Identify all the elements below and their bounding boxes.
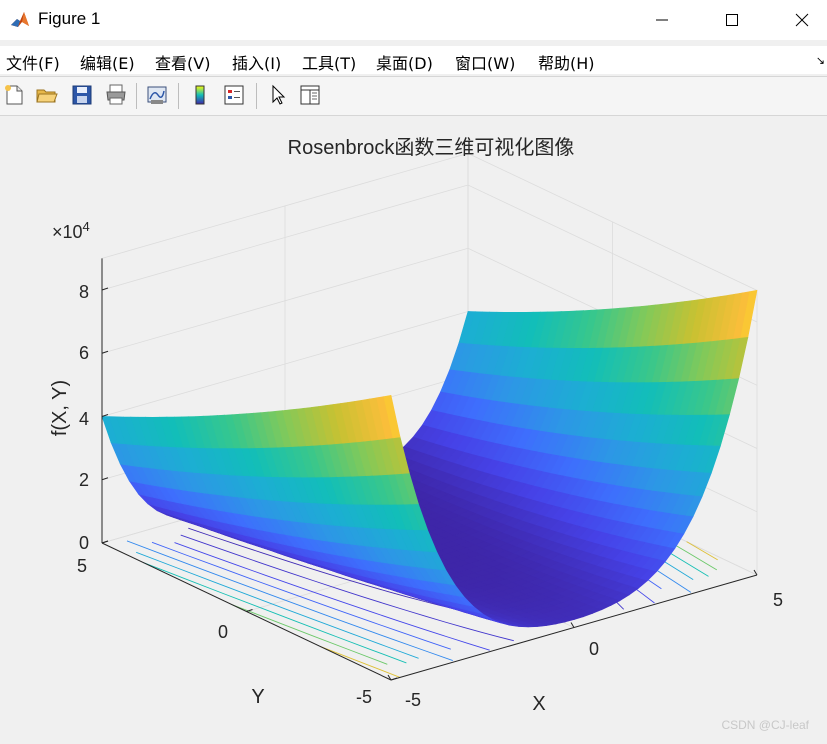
z-axis-exponent: ×104 [52, 219, 90, 242]
menu-tools[interactable]: 工具(T) [302, 50, 356, 74]
contour-line [231, 604, 388, 665]
maximize-button[interactable] [707, 0, 757, 40]
contour-line [320, 646, 401, 678]
contour-line [686, 541, 718, 561]
minimize-icon [656, 19, 668, 21]
plot-title: Rosenbrock函数三维可视化图像 [288, 136, 575, 159]
z-tick-label: 4 [79, 409, 89, 429]
matlab-logo-icon [10, 10, 30, 30]
z-tick-label: 0 [79, 533, 89, 553]
figure-canvas: Rosenbrock函数三维可视化图像 ×104 f(X, Y) Y X 8 6… [0, 116, 827, 740]
save-icon [72, 85, 92, 105]
grid-line [101, 184, 758, 323]
window-titlebar: Figure 1 [0, 0, 827, 40]
colorbar-icon [195, 85, 205, 105]
toolbar-separator [256, 83, 257, 109]
toolbar-separator [136, 83, 137, 109]
figure-toolbar [0, 77, 827, 115]
menu-insert[interactable]: 插入(I) [232, 50, 281, 74]
edit-plot-button[interactable] [264, 81, 292, 109]
surface-plot[interactable]: Rosenbrock函数三维可视化图像 ×104 f(X, Y) Y X 8 6… [0, 116, 827, 740]
new-figure-button[interactable] [0, 81, 28, 109]
insert-legend-button[interactable] [220, 81, 248, 109]
menu-help[interactable]: 帮助(H) [538, 50, 595, 74]
grid-line [101, 152, 758, 291]
menu-view[interactable]: 查看(V) [155, 50, 210, 74]
z-tick-mark [101, 287, 109, 291]
z-tick-label: 8 [79, 282, 89, 302]
y-tick-label: -5 [356, 687, 372, 707]
y-axis-label: Y [251, 686, 264, 708]
toolbar-separator [178, 83, 179, 109]
print-icon [106, 84, 126, 105]
menu-window[interactable]: 窗口(W) [455, 50, 515, 74]
close-button[interactable] [777, 0, 827, 40]
menu-desktop[interactable]: 桌面(D) [376, 50, 433, 74]
close-icon [795, 13, 809, 27]
x-axis-label: X [532, 693, 545, 715]
y-tick-label: 5 [77, 556, 87, 576]
y-tick-mark [101, 540, 109, 544]
insert-colorbar-button[interactable] [186, 81, 214, 109]
z-tick-label: 6 [79, 343, 89, 363]
window-title: Figure 1 [38, 9, 101, 28]
menubar: 文件(F) 编辑(E) 查看(V) 插入(I) 工具(T) 桌面(D) 窗口(W… [0, 46, 827, 74]
link-plot-button[interactable] [143, 81, 171, 109]
legend-icon [224, 85, 244, 105]
z-tick-label: 2 [79, 470, 89, 490]
maximize-icon [726, 14, 738, 26]
open-file-button[interactable] [33, 81, 61, 109]
print-figure-button[interactable] [102, 81, 130, 109]
link-plot-icon [147, 86, 167, 104]
z-exponent-base: ×10 [52, 222, 83, 242]
property-inspector-button[interactable] [296, 81, 324, 109]
menu-edit[interactable]: 编辑(E) [80, 50, 135, 74]
z-exponent-power: 4 [83, 219, 90, 234]
dock-arrow-icon[interactable]: ↘ [816, 54, 825, 67]
x-tick-label: 0 [589, 639, 599, 659]
x-tick-label: 5 [773, 590, 783, 610]
menu-file[interactable]: 文件(F) [6, 50, 60, 74]
y-tick-label: 0 [218, 622, 228, 642]
open-folder-icon [36, 89, 58, 103]
new-file-icon [5, 85, 23, 105]
pointer-arrow-icon [272, 84, 286, 105]
minimize-button[interactable] [637, 0, 687, 40]
watermark: CSDN @CJ-leaf [721, 718, 809, 732]
save-figure-button[interactable] [68, 81, 96, 109]
x-tick-label: -5 [405, 690, 421, 710]
z-axis-label: f(X, Y) [49, 380, 71, 436]
property-inspector-icon [300, 85, 320, 105]
